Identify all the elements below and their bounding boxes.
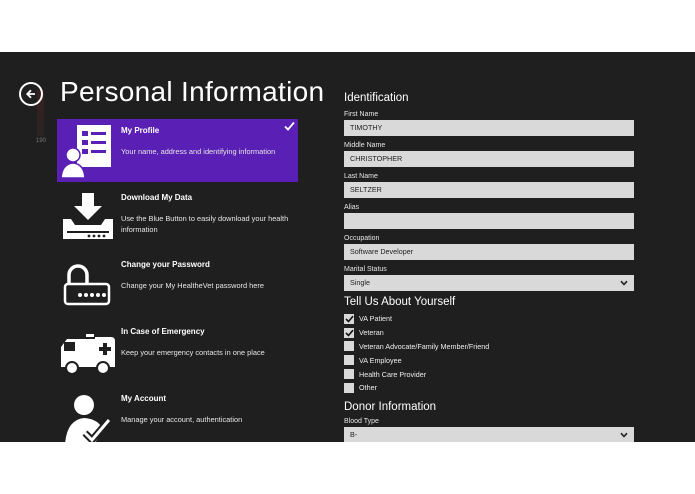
page-title: Personal Information xyxy=(60,76,325,107)
checkbox-box xyxy=(344,313,354,324)
checkbox-label: Veteran Advocate/Family Member/Friend xyxy=(359,341,490,351)
checkbox-label: Veteran xyxy=(359,328,384,338)
menu-item-description: Change your My HealtheVet password here xyxy=(121,281,264,290)
download-drive-icon xyxy=(63,193,113,239)
checkbox-veteran-advocate[interactable]: Veteran Advocate/Family Member/Friend xyxy=(344,340,634,354)
profile-form: Identification First Name TIMOTHY Middle… xyxy=(344,92,634,442)
checkmark-icon xyxy=(344,315,354,323)
side-menu: My Profile Your name, address and identi… xyxy=(57,119,298,442)
checkbox-health-care-provider[interactable]: Health Care Provider xyxy=(344,367,634,381)
menu-item-title: In Case of Emergency xyxy=(121,327,205,336)
checkbox-va-employee[interactable]: VA Employee xyxy=(344,353,634,367)
checkbox-box xyxy=(344,327,354,338)
alias-label: Alias xyxy=(344,204,360,211)
blood-type-select[interactable]: B- xyxy=(344,426,634,442)
menu-item-title: Change your Password xyxy=(121,260,210,269)
back-button[interactable] xyxy=(19,82,43,106)
middle-name-field[interactable]: CHRISTOPHER xyxy=(344,151,634,167)
identification-heading: Identification xyxy=(344,92,409,104)
marital-status-select[interactable]: Single xyxy=(344,275,634,291)
menu-item-download-my-data[interactable]: Download My Data Use the Blue Button to … xyxy=(57,186,298,249)
marital-status-label: Marital Status xyxy=(344,266,387,273)
menu-item-emergency[interactable]: In Case of Emergency Keep your emergency… xyxy=(57,320,298,383)
profile-form-icon xyxy=(60,125,111,179)
donor-heading: Donor Information xyxy=(344,400,437,413)
checkbox-label: VA Patient xyxy=(359,314,393,324)
menu-item-title: Download My Data xyxy=(121,193,193,202)
occupation-field[interactable]: Software Developer xyxy=(344,244,634,260)
menu-item-my-profile[interactable]: My Profile Your name, address and identi… xyxy=(57,119,298,182)
back-arrow-icon xyxy=(25,89,35,99)
checkbox-box xyxy=(344,382,354,393)
chevron-down-icon xyxy=(620,280,628,286)
menu-item-change-password[interactable]: Change your Password Change your My Heal… xyxy=(57,253,298,316)
checkbox-label: VA Employee xyxy=(359,355,402,365)
checkbox-label: Health Care Provider xyxy=(359,369,427,379)
first-name-label: First Name xyxy=(344,111,379,118)
last-name-field[interactable]: SELTZER xyxy=(344,182,634,198)
user-check-icon xyxy=(65,395,112,442)
checkmark-icon xyxy=(344,329,354,337)
checkbox-box xyxy=(344,369,354,380)
menu-item-description: Keep your emergency contacts in one plac… xyxy=(121,348,265,357)
menu-item-description: Manage your account, authentication xyxy=(121,415,243,424)
menu-item-title: My Account xyxy=(121,394,167,403)
app-window: 190 Personal Information My Profile Your… xyxy=(0,52,695,442)
menu-item-description: Your name, address and identifying infor… xyxy=(121,147,276,156)
occupation-label: Occupation xyxy=(344,235,380,242)
lock-icon xyxy=(63,264,111,306)
checkbox-other[interactable]: Other xyxy=(344,381,634,395)
last-name-label: Last Name xyxy=(344,173,378,180)
checkmark-icon xyxy=(284,121,295,131)
menu-item-description: Use the Blue Button to easily download y… xyxy=(121,214,289,234)
marital-status-value: Single xyxy=(350,278,370,287)
about-heading: Tell Us About Yourself xyxy=(344,296,456,308)
menu-item-title: My Profile xyxy=(121,126,160,135)
checkbox-box xyxy=(344,341,354,352)
blood-type-label: Blood Type xyxy=(344,417,379,425)
ambulance-icon xyxy=(61,334,115,375)
blood-type-value: B- xyxy=(350,429,358,439)
side-number: 190 xyxy=(36,138,47,144)
first-name-field[interactable]: TIMOTHY xyxy=(344,120,634,136)
checkbox-va-patient[interactable]: VA Patient xyxy=(344,312,634,326)
menu-item-my-account[interactable]: My Account Manage your account, authenti… xyxy=(57,387,298,442)
middle-name-label: Middle Name xyxy=(344,142,386,149)
checkbox-box xyxy=(344,355,354,366)
chevron-down-icon xyxy=(620,432,628,438)
checkbox-label: Other xyxy=(359,383,377,393)
checkbox-veteran[interactable]: Veteran xyxy=(344,326,634,340)
alias-field[interactable] xyxy=(344,213,634,229)
